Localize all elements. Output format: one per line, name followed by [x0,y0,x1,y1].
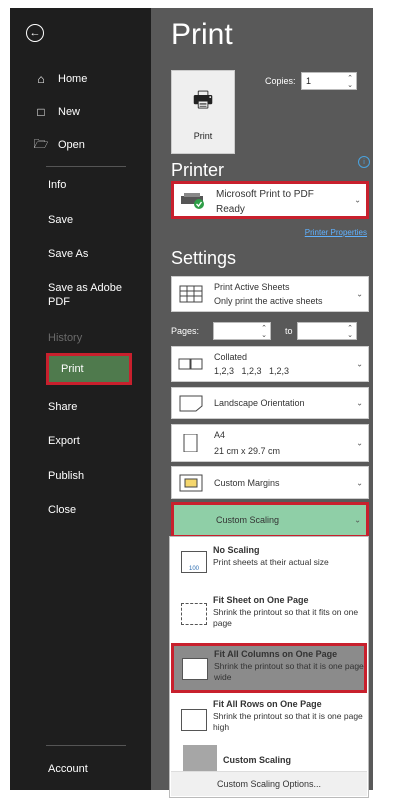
pages-to-input[interactable]: ⌃ ⌄ [297,322,357,340]
orientation-dropdown[interactable]: Landscape Orientation ⌄ [171,387,369,419]
option-title: Fit Sheet on One Page [213,595,309,605]
sidebar-item-print[interactable]: Print [46,353,132,385]
print-button[interactable]: 🖶 Print [171,70,235,154]
chevron-down-icon: ⌄ [356,398,363,408]
no-scaling-icon: 100 [181,551,207,573]
print-button-label: Print [193,131,213,141]
settings-heading: Settings [171,248,237,268]
backstage-sidebar: ← ⌂ Home □ New 🗁 Open Info Save Save As … [10,8,151,790]
chevron-down-icon: ⌄ [354,195,361,205]
scaling-option-no-scaling[interactable]: 100 No Scaling Print sheets at their act… [171,541,367,589]
spinner-arrows-icon[interactable]: ⌃ ⌄ [347,325,353,339]
chevron-down-icon: ⌄ [354,515,361,525]
paper-size-title: A4 [214,430,226,440]
copies-value: 1 [306,76,312,86]
collated-pages-icon [178,358,203,370]
printer-heading: Printer [171,160,225,180]
print-what-dropdown[interactable]: Print Active Sheets Only print the activ… [171,276,369,312]
option-description: Shrink the printout so that it fits on o… [213,607,359,628]
sidebar-item-close[interactable]: Close [48,503,76,517]
copies-label: Copies: [265,76,296,86]
sidebar-item-share[interactable]: Share [48,400,77,414]
margins-label: Custom Margins [214,478,280,488]
chevron-down-icon: ⌄ [356,478,363,487]
scaling-option-fit-columns[interactable]: Fit All Columns on One Page Shrink the p… [171,643,367,693]
sidebar-item-account[interactable]: Account [48,763,88,775]
landscape-page-icon [179,395,203,412]
pages-from-input[interactable]: ⌃ ⌄ [213,322,271,340]
chevron-down-icon: ⌄ [356,359,363,369]
pdf-printer-icon [181,193,204,209]
sidebar-item-history: History [48,332,83,344]
scaling-option-fit-sheet[interactable]: Fit Sheet on One Page Shrink the printou… [171,593,367,639]
page-title: Print [171,18,233,51]
printer-properties-link[interactable]: Printer Properties [305,228,367,237]
sidebar-item-publish[interactable]: Publish [48,469,84,483]
sidebar-item-export[interactable]: Export [48,434,80,448]
margins-dropdown[interactable]: Custom Margins ⌄ [171,466,369,499]
option-title: Custom Scaling [223,755,292,765]
option-description: Print sheets at their actual size [213,557,329,567]
chevron-down-icon: ⌄ [356,289,363,299]
new-file-icon: □ [37,105,45,119]
option-title: Fit All Columns on One Page [214,649,338,659]
printer-name: Microsoft Print to PDF [216,189,314,200]
collation-dropdown[interactable]: Collated 1,2,3 1,2,3 1,2,3 ⌄ [171,346,369,382]
collation-sub: 1,2,3 1,2,3 1,2,3 [214,366,290,376]
orientation-label: Landscape Orientation [214,398,305,408]
fit-rows-icon [181,709,207,731]
option-title: No Scaling [213,545,260,555]
option-description: Shrink the printout so that it is one pa… [213,711,363,732]
sidebar-item-label: New [58,106,81,118]
sidebar-divider [46,745,126,746]
sidebar-item-info[interactable]: Info [48,178,66,192]
to-label: to [285,326,293,336]
fit-sheet-icon [181,603,207,625]
sidebar-item-home[interactable]: ⌂ Home [10,64,151,94]
home-icon: ⌂ [37,72,45,86]
print-what-sub: Only print the active sheets [214,296,323,306]
sidebar-item-save-as[interactable]: Save As [48,247,88,261]
paper-size-sub: 21 cm x 29.7 cm [214,446,281,456]
portrait-page-icon [183,434,198,452]
copies-stepper[interactable]: 1 ⌃ ⌄ [301,72,357,90]
spinner-arrows-icon[interactable]: ⌃ ⌄ [261,325,267,339]
printer-dropdown[interactable]: Microsoft Print to PDF Ready ⌄ [171,181,369,219]
scaling-selected: Custom Scaling [216,515,280,525]
sidebar-item-save[interactable]: Save [48,213,73,227]
sidebar-item-label: Home [58,73,88,85]
grid-sheets-icon [179,285,203,303]
print-what-title: Print Active Sheets [214,282,290,292]
back-arrow-icon[interactable]: ← [26,24,44,42]
sidebar-item-new[interactable]: □ New [10,97,151,127]
print-panel: Print 🖶 Print Copies: 1 ⌃ ⌄ Printer i Mic… [151,8,373,798]
option-title: Fit All Rows on One Page [213,699,322,709]
option-description: Shrink the printout so that it is one pa… [214,661,364,682]
open-folder-icon: 🗁 [33,136,49,151]
pages-label: Pages: [171,326,200,336]
info-icon[interactable]: i [358,156,370,168]
sidebar-divider [46,166,126,167]
printer-status: Ready [216,204,245,215]
custom-scaling-options-link[interactable]: Custom Scaling Options... [171,771,367,796]
printer-icon: 🖶 [192,87,214,112]
sidebar-item-open[interactable]: 🗁 Open [10,130,151,160]
spinner-arrows-icon[interactable]: ⌃ ⌄ [347,75,353,89]
collation-title: Collated [214,352,248,362]
sidebar-item-save-as-adobe-pdf[interactable]: Save as Adobe PDF [48,281,122,309]
fit-columns-icon [182,658,208,680]
sidebar-item-label: Print [61,363,84,375]
chevron-down-icon: ⌄ [356,438,363,448]
margins-icon [179,474,203,491]
sidebar-item-label: Open [58,139,85,151]
scaling-dropdown[interactable]: Custom Scaling ⌄ [171,502,369,538]
scaling-menu: 100 No Scaling Print sheets at their act… [169,536,369,798]
paper-size-dropdown[interactable]: A4 21 cm x 29.7 cm ⌄ [171,424,369,462]
scaling-option-fit-rows[interactable]: Fit All Rows on One Page Shrink the prin… [171,697,367,743]
